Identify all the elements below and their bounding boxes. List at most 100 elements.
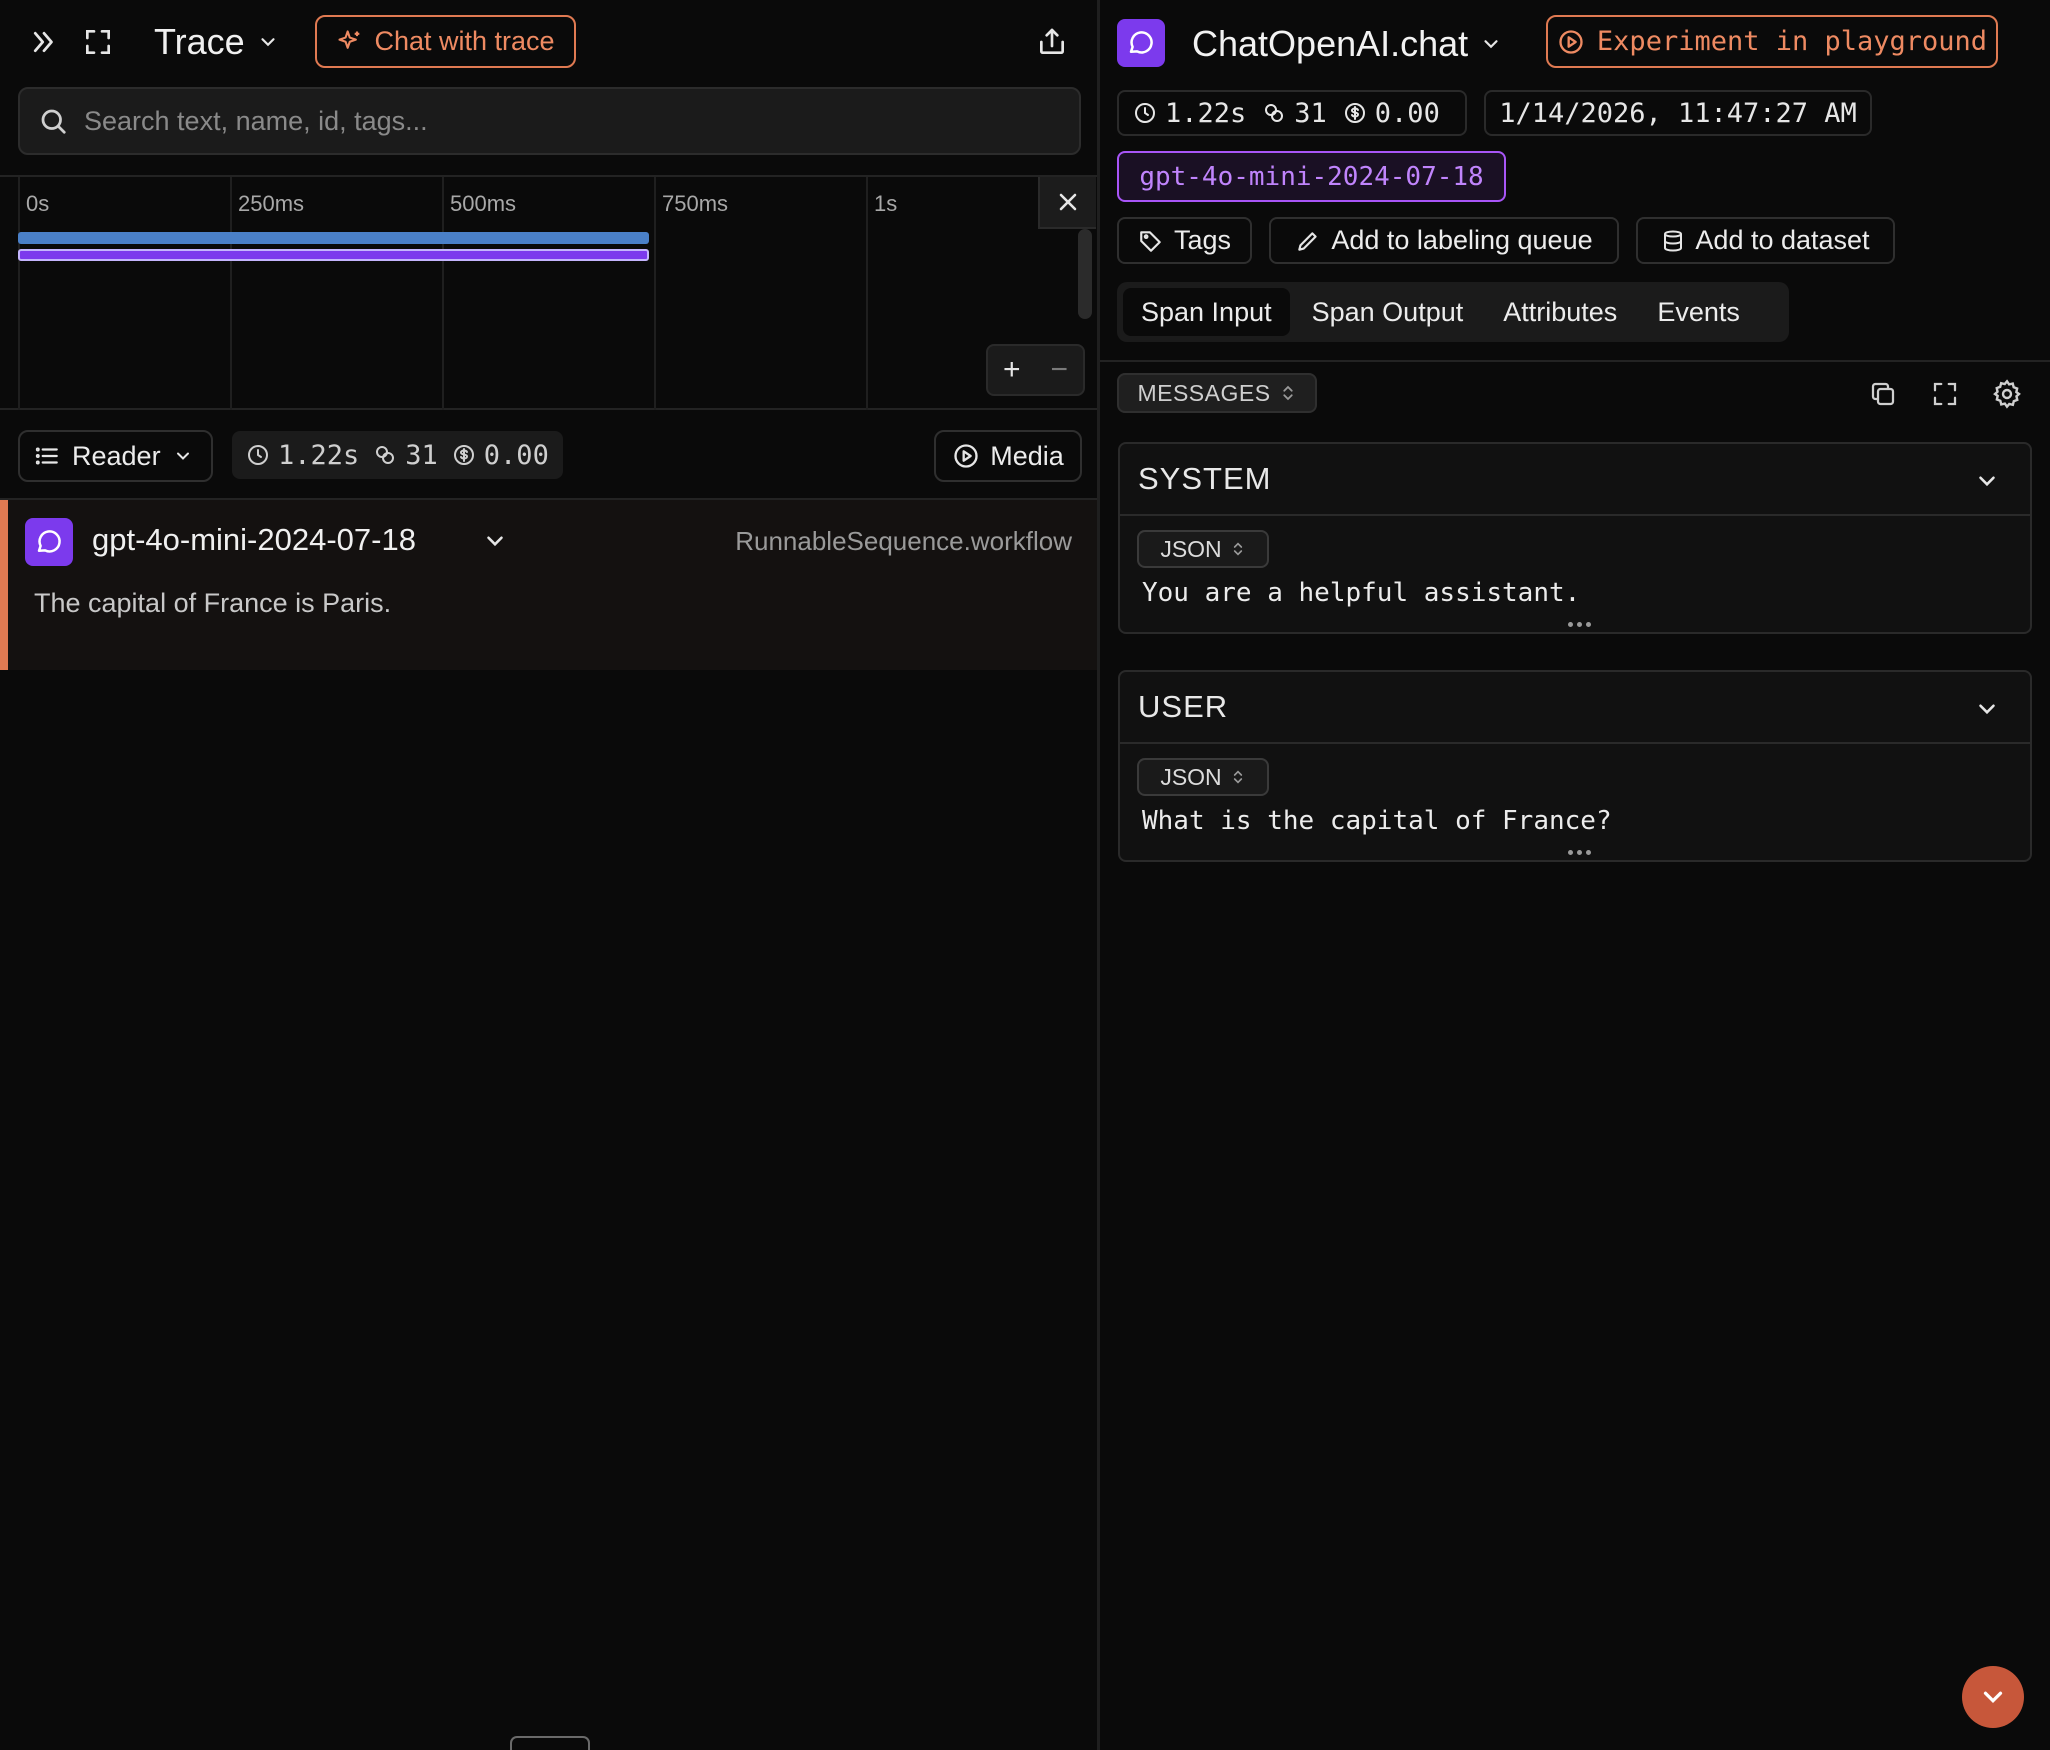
message-format-selector[interactable]: JSON [1137, 530, 1269, 568]
token-count: 31 [405, 439, 438, 471]
play-circle-icon [1559, 29, 1583, 54]
message-format-label: JSON [1160, 763, 1222, 790]
trace-header: Trace Chat with trace [0, 0, 1097, 84]
settings-button[interactable] [1987, 374, 2027, 414]
span-list-item[interactable]: gpt-4o-mini-2024-07-18 RunnableSequence.… [0, 500, 1097, 670]
span-stats: 1.22s 31 0.00 [1117, 90, 1467, 136]
message-content: What is the capital of France? [1142, 806, 1612, 836]
chat-bubble-icon [1129, 31, 1153, 54]
trace-selector[interactable]: Trace [154, 14, 279, 70]
chat-with-trace-label: Chat with trace [374, 26, 555, 56]
timeline-tick-label: 250ms [238, 191, 305, 216]
timeline-tick-label: 500ms [450, 191, 517, 216]
search-icon [41, 109, 66, 134]
span-title: ChatOpenAI.chat [1192, 23, 1469, 64]
clock-icon [248, 445, 268, 465]
timeline[interactable]: 0s 250ms 500ms 750ms 1s + − [0, 175, 1097, 410]
llm-span-icon [1117, 19, 1165, 67]
message-header[interactable]: SYSTEM [1120, 444, 2030, 516]
search-input[interactable] [84, 105, 1044, 137]
tokens-icon [376, 446, 395, 464]
list-icon [35, 447, 58, 465]
cost-value: 0.00 [1374, 97, 1440, 129]
collapse-panel-button[interactable] [22, 20, 66, 64]
message-card-system: SYSTEM JSON You are a helpful assistant. [1118, 442, 2032, 634]
format-selector[interactable]: MESSAGES [1117, 373, 1317, 413]
timeline-bar-workflow[interactable] [18, 232, 649, 244]
add-to-dataset-button[interactable]: Add to dataset [1636, 217, 1895, 264]
timeline-gridline [654, 177, 656, 410]
cost-value: 0.00 [483, 439, 549, 471]
selected-indicator [0, 500, 8, 670]
scroll-to-bottom-button[interactable] [1962, 1666, 2024, 1728]
latency-value: 1.22s [278, 439, 360, 471]
timeline-gridline [230, 177, 232, 410]
tab-attributes[interactable]: Attributes [1485, 288, 1635, 336]
span-name: gpt-4o-mini-2024-07-18 [92, 522, 416, 557]
timeline-gridline [18, 177, 20, 410]
share-button[interactable] [1030, 20, 1074, 64]
fullscreen-button[interactable] [1925, 374, 1965, 414]
trace-panel: Trace Chat with trace 0s 250ms 500ms 750… [0, 0, 1097, 1750]
zoom-in-button[interactable]: + [988, 346, 1036, 394]
timeline-scrollbar[interactable] [1078, 229, 1092, 319]
resize-handle[interactable] [510, 1736, 590, 1750]
span-expand-toggle[interactable] [482, 528, 508, 554]
timeline-bar-llm[interactable] [18, 249, 649, 261]
copy-icon [1871, 382, 1895, 406]
tab-span-output[interactable]: Span Output [1294, 288, 1482, 336]
resize-grip[interactable] [1568, 622, 1591, 627]
timeline-tick-label: 0s [26, 191, 50, 216]
fullscreen-icon [1933, 382, 1957, 406]
chevron-down-icon [1979, 704, 1995, 715]
trace-stats: 1.22s 31 0.00 [232, 431, 563, 479]
tab-events[interactable]: Events [1639, 288, 1758, 336]
experiment-in-playground-button[interactable]: Experiment in playground [1546, 15, 1998, 68]
tag-icon [1140, 230, 1161, 252]
chevron-down-icon [1983, 1691, 2003, 1704]
message-header[interactable]: USER [1120, 672, 2030, 744]
close-icon [1059, 193, 1077, 211]
chevron-down-icon [1979, 476, 1995, 487]
media-button[interactable]: Media [934, 430, 1082, 482]
tab-span-input[interactable]: Span Input [1123, 288, 1290, 336]
tags-label: Tags [1173, 225, 1232, 255]
token-count: 31 [1294, 97, 1327, 129]
trace-title: Trace [154, 21, 245, 62]
add-to-labeling-queue-button[interactable]: Add to labeling queue [1269, 217, 1619, 264]
span-timestamp: 1/14/2026, 11:47:27 AM [1484, 90, 1872, 136]
timeline-gridline [442, 177, 444, 410]
timeline-tick-label: 1s [874, 191, 898, 216]
timeline-close-button[interactable] [1038, 177, 1096, 229]
span-title-selector[interactable]: ChatOpenAI.chat [1192, 20, 1502, 68]
experiment-label: Experiment in playground [1596, 26, 1988, 57]
view-mode-dropdown[interactable]: Reader [18, 430, 213, 482]
format-selector-label: MESSAGES [1137, 379, 1271, 406]
chat-with-trace-button[interactable]: Chat with trace [315, 15, 576, 68]
message-format-selector[interactable]: JSON [1137, 758, 1269, 796]
search-bar [18, 87, 1081, 155]
tags-button[interactable]: Tags [1117, 217, 1252, 264]
chevron-down-icon [261, 38, 275, 47]
share-icon [1040, 28, 1064, 54]
model-badge: gpt-4o-mini-2024-07-18 [1117, 151, 1506, 202]
resize-grip[interactable] [1568, 850, 1591, 855]
copy-button[interactable] [1863, 374, 1903, 414]
sort-icon [1233, 770, 1242, 784]
zoom-out-button[interactable]: − [1036, 346, 1084, 394]
span-detail-panel: ChatOpenAI.chat Experiment in playground… [1100, 0, 2050, 1750]
message-format-label: JSON [1160, 535, 1222, 562]
fullscreen-button[interactable] [76, 20, 120, 64]
tokens-icon [1265, 104, 1284, 122]
settings-icon [1993, 379, 2021, 409]
message-content: You are a helpful assistant. [1142, 578, 1581, 608]
sort-icon [1233, 542, 1242, 556]
dataset-label: Add to dataset [1695, 225, 1870, 255]
play-circle-icon [954, 444, 978, 468]
divider [1100, 360, 2050, 362]
chat-bubble-icon [37, 530, 61, 553]
latency-value: 1.22s [1165, 97, 1247, 129]
sparkle-icon [338, 29, 360, 49]
view-mode-label: Reader [72, 440, 161, 471]
span-parent-name: RunnableSequence.workflow [735, 526, 1072, 556]
